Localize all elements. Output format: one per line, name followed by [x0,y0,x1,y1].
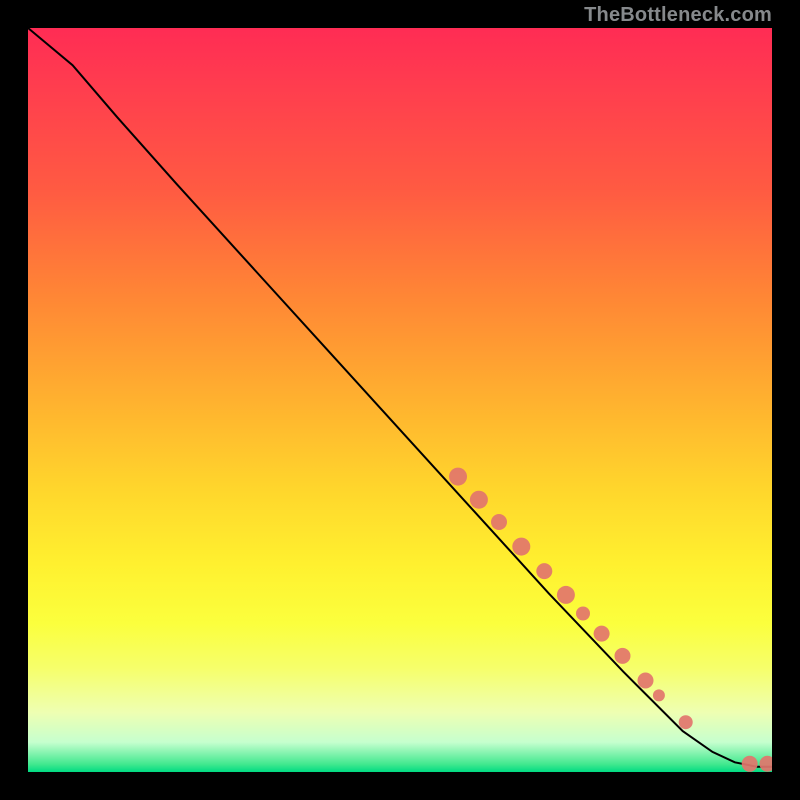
chart-svg [28,28,772,772]
scatter-point [512,538,530,556]
scatter-point [536,563,552,579]
curve-line [28,28,772,767]
chart-stage: TheBottleneck.com [0,0,800,800]
scatter-point [653,689,665,701]
scatter-point [470,491,488,509]
scatter-point [615,648,631,664]
scatter-point [760,756,773,772]
scatter-point [638,673,654,689]
scatter-point [679,715,693,729]
scatter-point [742,756,758,772]
scatter-point [594,626,610,642]
watermark-text: TheBottleneck.com [584,4,772,27]
scatter-point [449,468,467,486]
scatter-point [491,514,507,530]
scatter-point [557,586,575,604]
scatter-point [576,607,590,621]
chart-plot-area [28,28,772,772]
